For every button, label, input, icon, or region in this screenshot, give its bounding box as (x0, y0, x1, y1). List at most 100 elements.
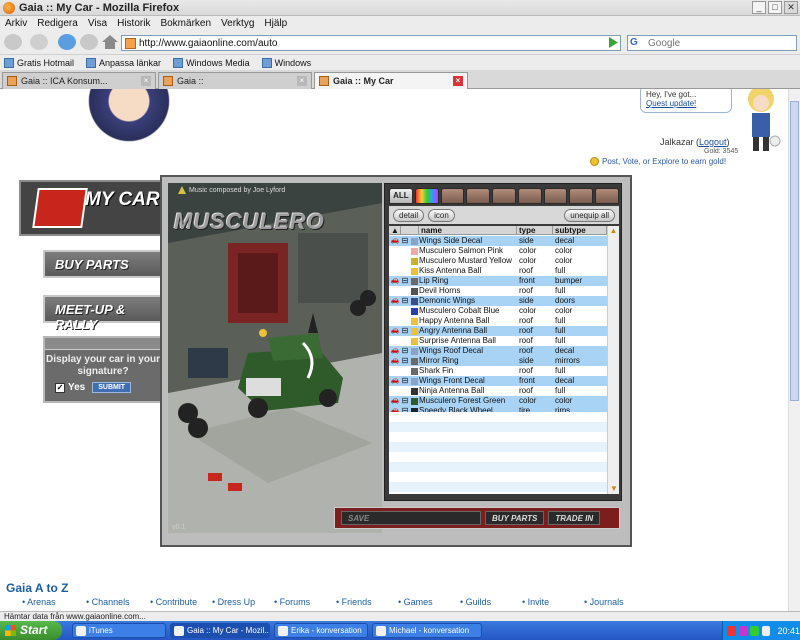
back-button[interactable] (4, 34, 22, 50)
column-subtype[interactable]: subtype (553, 226, 607, 235)
start-button[interactable]: Start (0, 621, 62, 640)
collapse-icon[interactable]: ⊟ (401, 326, 409, 336)
scroll-down-icon[interactable]: ▼ (608, 484, 619, 494)
search-input[interactable] (648, 37, 778, 49)
part-row[interactable]: Kiss Antenna Ball roof full (389, 266, 607, 276)
search-box[interactable]: G (627, 35, 797, 51)
page-scrollbar[interactable] (788, 89, 800, 613)
part-row[interactable]: 🚗 ⊟ Wings Front Decal front decal (389, 376, 607, 386)
menu-redigera[interactable]: Redigera (37, 18, 78, 29)
task-firefox[interactable]: Gaia :: My Car - Mozil... (170, 623, 270, 638)
collapse-icon[interactable]: ⊟ (401, 396, 409, 406)
part-row[interactable]: Happy Antenna Ball roof full (389, 316, 607, 326)
tray-icon-2[interactable] (738, 625, 748, 636)
google-icon[interactable]: G (630, 37, 648, 49)
collapse-icon[interactable]: ⊟ (401, 356, 409, 366)
tab-close-icon[interactable]: × (453, 76, 463, 86)
column-name[interactable]: name (419, 226, 517, 235)
category-tab-roof[interactable] (440, 188, 465, 204)
go-arrow-icon[interactable] (607, 36, 619, 49)
signature-checkbox[interactable]: ✓ (55, 382, 65, 393)
atoz-link-guilds[interactable]: Guilds (460, 597, 492, 607)
category-tab-all[interactable]: ALL (389, 188, 413, 204)
atoz-link-invite[interactable]: Invite (522, 597, 550, 607)
part-row[interactable]: 🚗 ⊟ Wings Side Decal side decal (389, 236, 607, 246)
category-tab-front[interactable] (492, 188, 516, 204)
bookmark-windows[interactable]: Windows (261, 57, 311, 68)
scrollbar-thumb[interactable] (790, 101, 799, 401)
category-tab-colors[interactable] (414, 188, 439, 204)
detail-view-button[interactable]: detail (393, 208, 425, 222)
buy-parts-button[interactable]: BUY PARTS (43, 250, 163, 278)
signature-submit-button[interactable]: SUBMIT (92, 382, 132, 393)
unequip-all-button[interactable]: unequip all (564, 208, 615, 222)
home-icon[interactable] (101, 34, 119, 49)
game-buy-parts-button[interactable]: BUY PARTS (485, 511, 545, 525)
username[interactable]: Jalkazar (660, 137, 694, 147)
part-row[interactable]: Ninja Antenna Ball roof full (389, 386, 607, 396)
atoz-link-channels[interactable]: Channels (86, 597, 130, 607)
meetup-rally-button[interactable]: MEET-UP & RALLY (43, 295, 163, 332)
scroll-up-icon[interactable]: ▲ (608, 226, 619, 236)
bookmark-hotmail[interactable]: Gratis Hotmail (4, 57, 74, 68)
tab-my-car[interactable]: Gaia :: My Car × (314, 72, 468, 89)
part-row[interactable]: Devil Horns roof full (389, 286, 607, 296)
part-row[interactable]: 🚗 ⊟ Lip Ring front bumper (389, 276, 607, 286)
part-row[interactable]: 🚗 ⊟ Angry Antenna Ball roof full (389, 326, 607, 336)
tab-gaia[interactable]: Gaia :: × (158, 72, 312, 89)
tray-icon-3[interactable] (750, 625, 759, 636)
atoz-link-arenas[interactable]: Arenas (22, 597, 56, 607)
part-row[interactable]: 🚗 ⊟ Musculero Forest Green color color (389, 396, 607, 406)
music-note-icon[interactable] (178, 186, 186, 194)
category-tab-side[interactable] (466, 188, 491, 204)
collapse-icon[interactable]: ⊟ (401, 296, 409, 306)
logout-link[interactable]: Logout (699, 137, 727, 147)
stop-button[interactable] (80, 34, 98, 50)
atoz-link-dress-up[interactable]: Dress Up (212, 597, 256, 607)
collapse-icon[interactable]: ⊟ (401, 276, 409, 286)
collapse-icon[interactable]: ⊟ (401, 376, 409, 386)
reload-button[interactable] (58, 34, 76, 50)
icon-view-button[interactable]: icon (428, 208, 455, 222)
address-bar[interactable] (121, 35, 621, 51)
task-itunes[interactable]: iTunes (72, 623, 166, 638)
parts-scrollbar[interactable]: ▲ ▼ (607, 226, 619, 494)
user-avatar[interactable] (740, 89, 782, 155)
tab-close-icon[interactable]: × (141, 76, 151, 86)
category-tab-body[interactable] (543, 188, 568, 204)
part-row[interactable]: Musculero Cobalt Blue color color (389, 306, 607, 316)
task-erika-chat[interactable]: Erika - konversation (274, 623, 368, 638)
menu-arkiv[interactable]: Arkiv (5, 18, 27, 29)
collapse-icon[interactable]: ⊟ (401, 236, 409, 246)
minimize-button[interactable]: _ (752, 1, 766, 14)
atoz-link-contribute[interactable]: Contribute (150, 597, 198, 607)
tray-icon-4[interactable] (761, 625, 771, 636)
url-input[interactable] (139, 37, 599, 49)
tray-icon-1[interactable] (727, 625, 736, 636)
quest-link[interactable]: Quest update! (646, 99, 696, 108)
forward-button[interactable] (30, 34, 48, 50)
close-window-button[interactable]: ✕ (784, 1, 798, 14)
earn-gold-link[interactable]: Post, Vote, or Explore to earn gold! (590, 157, 726, 166)
category-tab-decals[interactable] (595, 188, 620, 204)
menu-verktyg[interactable]: Verktyg (221, 18, 254, 29)
menu-bokmarken[interactable]: Bokmärken (160, 18, 211, 29)
category-tab-rear[interactable] (517, 188, 542, 204)
sort-icon[interactable]: ▲ (389, 226, 401, 235)
atoz-link-forums[interactable]: Forums (274, 597, 311, 607)
part-row[interactable]: Musculero Mustard Yellow color color (389, 256, 607, 266)
category-tab-wheels[interactable] (569, 188, 594, 204)
menu-historik[interactable]: Historik (117, 18, 150, 29)
part-row[interactable]: 🚗 ⊟ Mirror Ring side mirrors (389, 356, 607, 366)
bookmark-anpassa[interactable]: Anpassa länkar (86, 57, 161, 68)
save-button[interactable]: SAVE (341, 511, 481, 525)
collapse-icon[interactable]: ⊟ (401, 346, 409, 356)
tab-close-icon[interactable]: × (297, 76, 307, 86)
maximize-button[interactable]: □ (768, 1, 782, 14)
trade-in-button[interactable]: TRADE IN (548, 511, 601, 525)
atoz-link-friends[interactable]: Friends (336, 597, 372, 607)
my-car-logo[interactable]: MY CAR (19, 180, 164, 236)
atoz-link-games[interactable]: Games (398, 597, 433, 607)
part-row[interactable]: Musculero Salmon Pink color color (389, 246, 607, 256)
part-row[interactable]: 🚗 ⊟ Demonic Wings side doors (389, 296, 607, 306)
